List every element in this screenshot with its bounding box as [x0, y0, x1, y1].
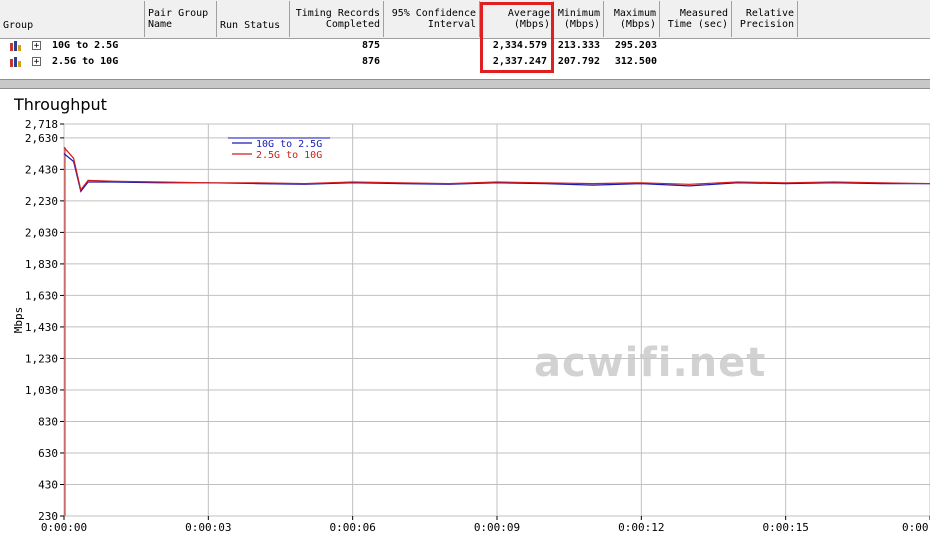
x-tick-label: 0:00:00 [41, 521, 87, 534]
y-tick-label: 1,430 [25, 321, 58, 334]
y-tick-label: 830 [38, 415, 58, 428]
legend-label: 10G to 2.5G [256, 139, 322, 150]
x-tick-label: 0:00:18 [902, 521, 930, 534]
y-tick-label: 630 [38, 447, 58, 460]
y-tick-label: 2,430 [25, 163, 58, 176]
watermark: acwifi.net [534, 340, 767, 386]
y-axis-label: Mbps [12, 307, 25, 334]
x-tick-label: 0:00:09 [474, 521, 520, 534]
y-tick-label: 2,630 [25, 132, 58, 145]
x-tick-label: 0:00:15 [762, 521, 808, 534]
y-tick-label: 1,230 [25, 352, 58, 365]
y-tick-label: 2,030 [25, 226, 58, 239]
x-tick-label: 0:00:06 [329, 521, 375, 534]
y-tick-label: 1,030 [25, 384, 58, 397]
x-tick-label: 0:00:03 [185, 521, 231, 534]
y-tick-label: 2,718 [25, 118, 58, 131]
y-tick-label: 1,630 [25, 289, 58, 302]
legend-label: 2.5G to 10G [256, 150, 322, 161]
y-tick-label: 1,830 [25, 258, 58, 271]
y-tick-label: 2,230 [25, 195, 58, 208]
throughput-chart: 2,7182,630 2,430 2,230 2,030 1,830 1,630 1,430… [12, 118, 930, 534]
y-tick-label: 430 [38, 478, 58, 491]
x-tick-label: 0:00:12 [618, 521, 664, 534]
